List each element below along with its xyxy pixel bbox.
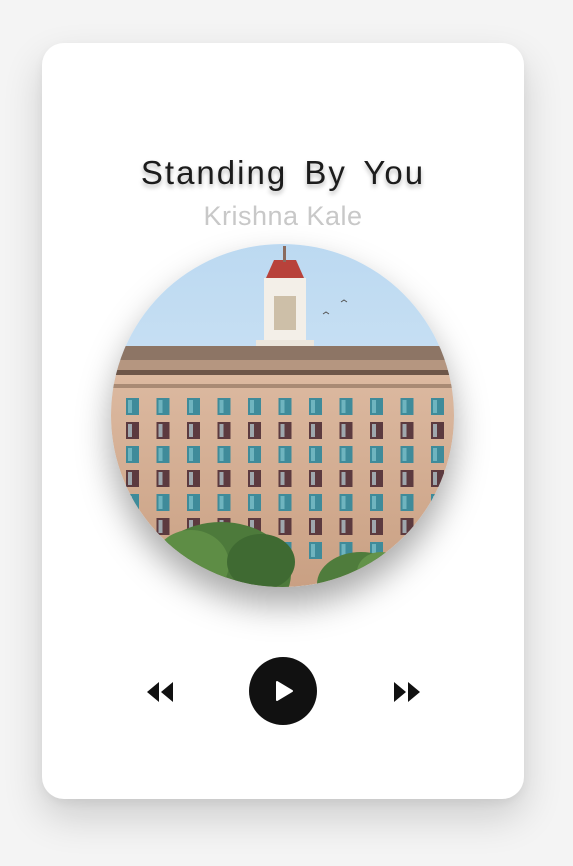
album-cover: [111, 244, 454, 587]
next-button[interactable]: [387, 675, 427, 709]
artist-name: Krishna Kale: [203, 201, 363, 231]
album-cover-image: [111, 244, 454, 587]
rewind-icon: [147, 682, 173, 702]
fast-forward-icon: [394, 682, 420, 702]
song-title: Standing By You: [140, 154, 426, 191]
play-icon: [276, 681, 293, 701]
previous-button[interactable]: [140, 675, 180, 709]
play-button[interactable]: [249, 657, 317, 725]
